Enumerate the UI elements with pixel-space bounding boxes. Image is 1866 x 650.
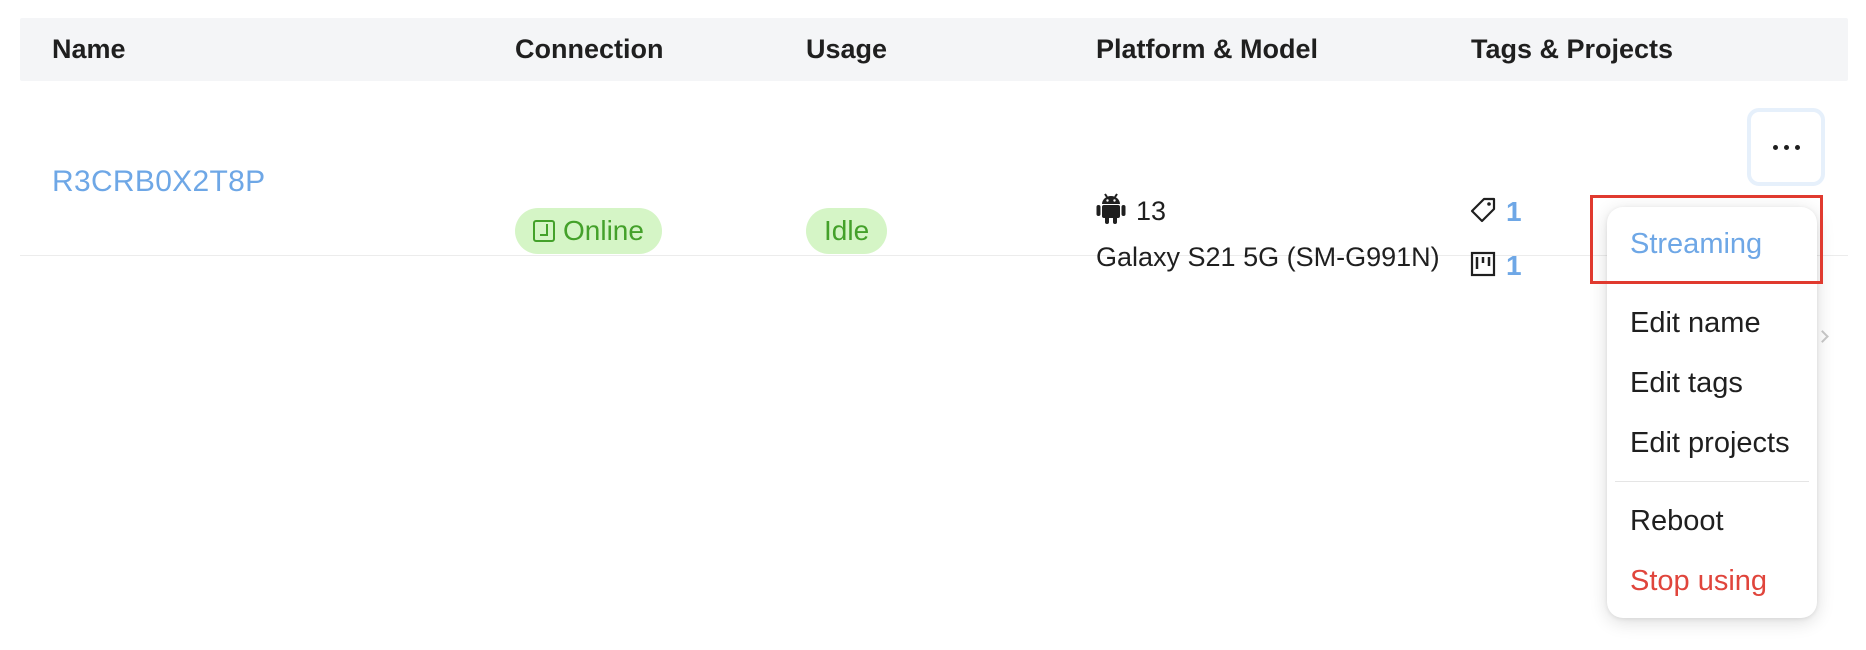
column-header-connection[interactable]: Connection bbox=[515, 18, 664, 81]
menu-item-edit-tags[interactable]: Edit tags bbox=[1630, 363, 1743, 403]
menu-item-stop-using[interactable]: Stop using bbox=[1630, 561, 1767, 601]
table-row: R3CRB0X2T8P Online Idle 13 Galaxy S21 5G… bbox=[20, 81, 1848, 281]
device-table: Name Connection Usage Platform & Model T… bbox=[20, 18, 1848, 281]
device-model: Galaxy S21 5G (SM-G991N) bbox=[1096, 242, 1440, 272]
menu-item-edit-projects[interactable]: Edit projects bbox=[1630, 423, 1790, 463]
more-actions-button[interactable] bbox=[1747, 108, 1825, 186]
highlight-box bbox=[1590, 195, 1823, 284]
tag-count-link[interactable]: 1 bbox=[1506, 196, 1522, 228]
column-header-platform[interactable]: Platform & Model bbox=[1096, 18, 1318, 81]
ellipsis-dot bbox=[1794, 144, 1800, 150]
table-header: Name Connection Usage Platform & Model T… bbox=[20, 18, 1848, 81]
connection-status-badge: Online bbox=[515, 208, 662, 254]
tags-projects-cell: 1 1 bbox=[1470, 185, 1522, 293]
tag-icon bbox=[1470, 197, 1496, 228]
android-icon bbox=[1096, 191, 1126, 232]
menu-item-reboot[interactable]: Reboot bbox=[1630, 501, 1724, 541]
os-version: 13 bbox=[1136, 195, 1167, 226]
check-square-icon bbox=[533, 220, 555, 242]
platform-cell: 13 Galaxy S21 5G (SM-G991N) bbox=[1096, 191, 1440, 277]
menu-item-edit-name[interactable]: Edit name bbox=[1630, 303, 1761, 343]
usage-status-badge: Idle bbox=[806, 208, 888, 254]
device-name-link[interactable]: R3CRB0X2T8P bbox=[52, 165, 265, 199]
project-board-icon bbox=[1470, 251, 1496, 282]
usage-status-label: Idle bbox=[824, 215, 870, 246]
column-header-tags[interactable]: Tags & Projects bbox=[1471, 18, 1673, 81]
connection-status-label: Online bbox=[563, 215, 644, 246]
project-count-link[interactable]: 1 bbox=[1506, 250, 1522, 282]
ellipsis-icon bbox=[1772, 144, 1778, 150]
column-header-usage[interactable]: Usage bbox=[806, 18, 887, 81]
menu-divider bbox=[1615, 481, 1809, 482]
column-header-name[interactable]: Name bbox=[52, 18, 126, 81]
ellipsis-dot bbox=[1783, 144, 1789, 150]
chevron-right-icon bbox=[1816, 330, 1829, 343]
